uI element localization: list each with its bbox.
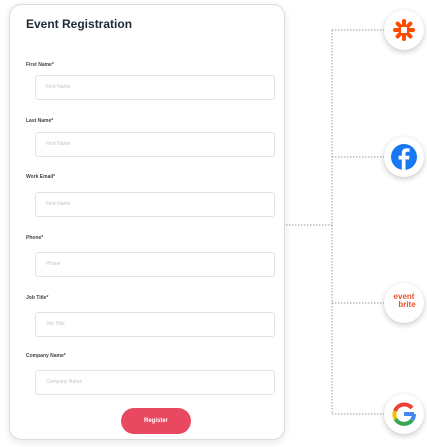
phone-input[interactable]: Phone (35, 252, 275, 277)
google-icon (392, 402, 416, 426)
register-button[interactable]: Register (121, 408, 191, 434)
work-email-input[interactable]: First Name (35, 192, 275, 217)
company-name-input[interactable]: Company Name (35, 370, 275, 395)
first-name-input[interactable]: First Name (35, 75, 275, 100)
job-title-input[interactable]: Job Title (35, 312, 275, 337)
eventbrite-icon: event brite (384, 293, 424, 309)
work-email-label: Work Email* (26, 174, 56, 180)
facebook-icon (391, 144, 417, 170)
zapier-icon (393, 19, 415, 41)
first-name-label: First Name* (26, 62, 54, 68)
last-name-input[interactable]: First Name (35, 132, 275, 157)
eventbrite-integration[interactable]: event brite (384, 283, 424, 323)
phone-label: Phone* (26, 235, 44, 241)
company-name-label: Company Name* (26, 353, 66, 359)
google-integration[interactable] (384, 394, 424, 434)
job-title-label: Job Title* (26, 295, 49, 301)
eventbrite-text-line2: brite (398, 300, 416, 309)
facebook-integration[interactable] (384, 137, 424, 177)
zapier-integration[interactable] (384, 10, 424, 50)
registration-form: Event Registration First Name* First Nam… (9, 4, 285, 440)
form-title: Event Registration (26, 17, 133, 31)
last-name-label: Last Name* (26, 118, 54, 124)
